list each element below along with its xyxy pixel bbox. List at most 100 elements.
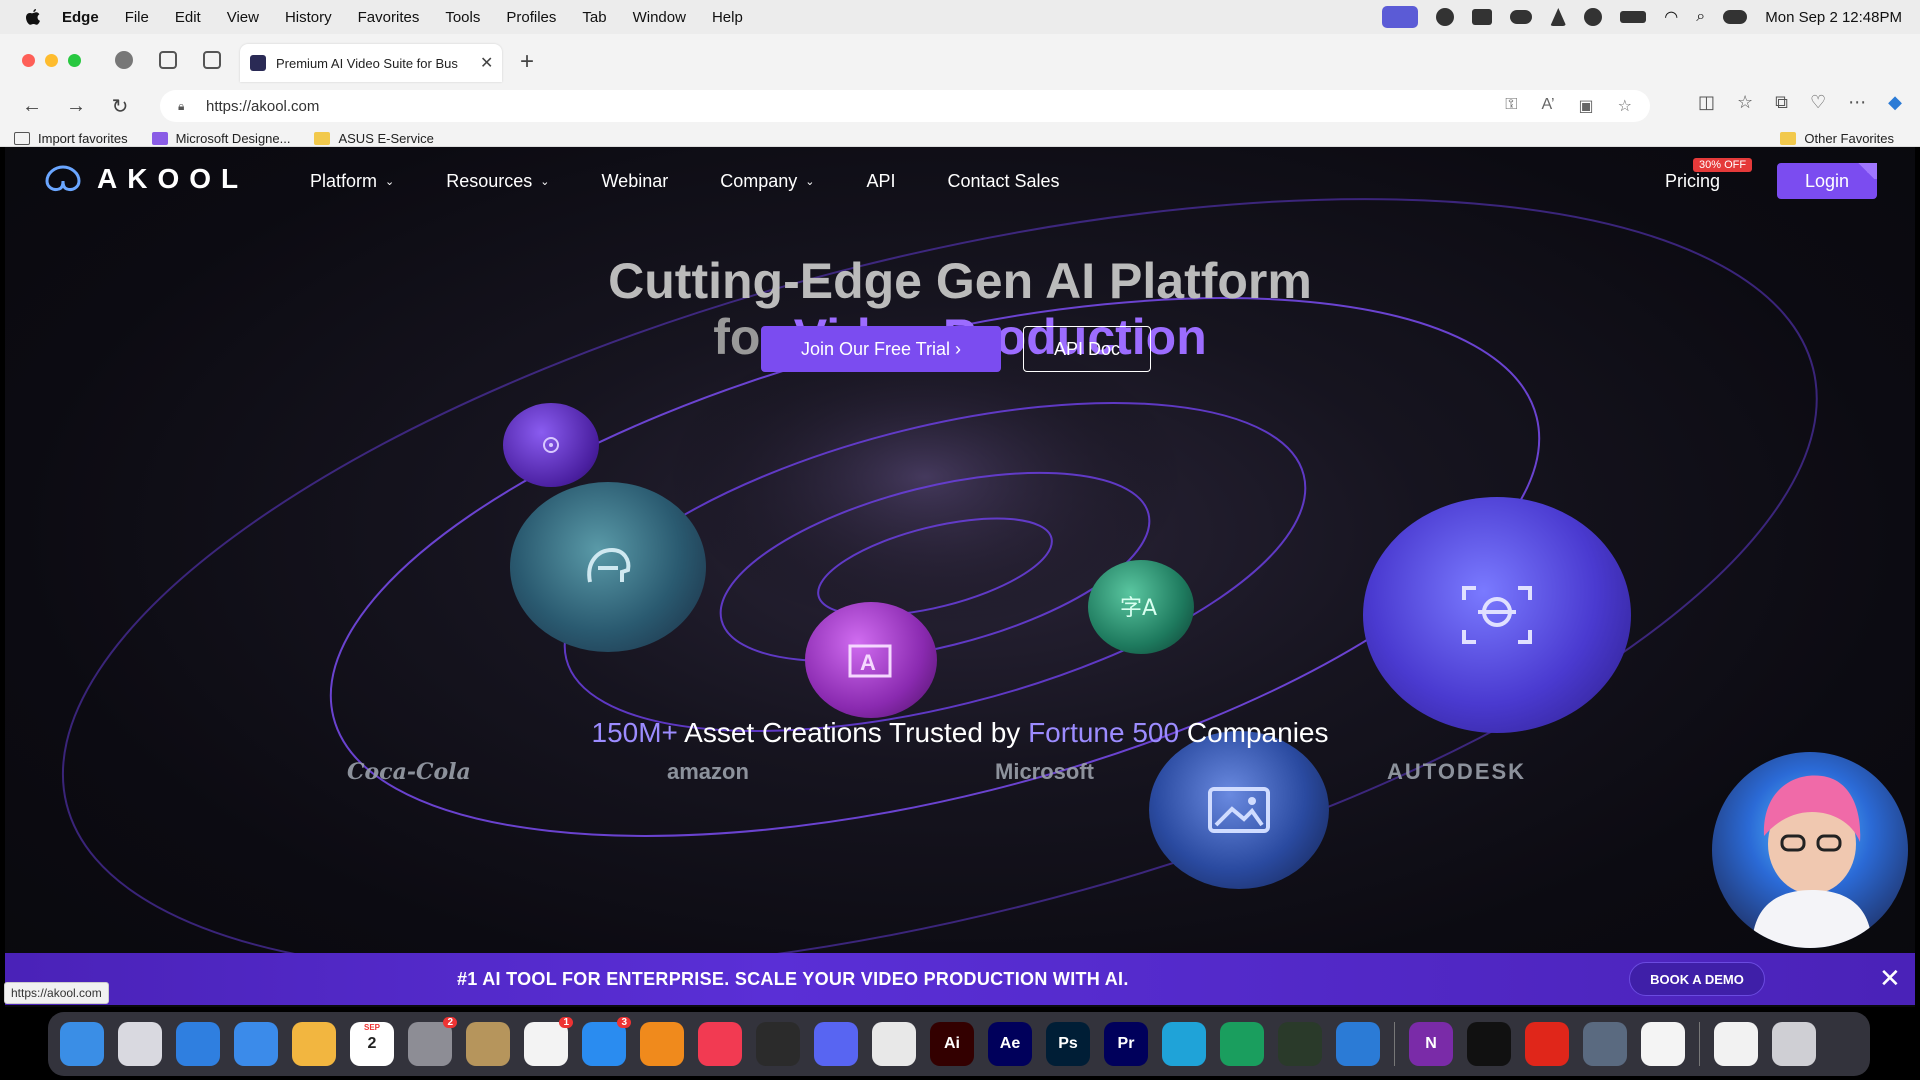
dock-preview-icon[interactable] xyxy=(1583,1022,1627,1066)
menu-window[interactable]: Window xyxy=(633,9,686,26)
dock-acrobat-icon[interactable] xyxy=(1525,1022,1569,1066)
profile-icon[interactable] xyxy=(115,51,133,69)
menu-help[interactable]: Help xyxy=(712,9,743,26)
dock-finder-icon[interactable] xyxy=(60,1022,104,1066)
dock-reminders-icon[interactable]: 1 xyxy=(524,1017,573,1066)
read-aloud-icon[interactable]: A’ xyxy=(1541,96,1554,116)
dock-music-icon[interactable] xyxy=(698,1022,742,1066)
zoom-window-button[interactable] xyxy=(68,53,81,67)
dock-activity-icon[interactable] xyxy=(1278,1022,1322,1066)
tab-actions-icon[interactable] xyxy=(203,51,221,69)
dock-notes-icon[interactable] xyxy=(466,1022,510,1066)
nav-pricing[interactable]: Pricing xyxy=(1665,171,1720,192)
menu-history[interactable]: History xyxy=(285,9,332,26)
forward-icon[interactable]: → xyxy=(64,94,88,118)
play-status-icon[interactable] xyxy=(1584,8,1603,26)
dock-chatgpt-icon[interactable] xyxy=(756,1022,800,1066)
favorite-other[interactable]: Other Favorites xyxy=(1780,131,1894,146)
more-menu-icon[interactable]: ⋯ xyxy=(1848,92,1866,113)
dock-safari-icon[interactable] xyxy=(176,1022,220,1066)
menu-view[interactable]: View xyxy=(227,9,259,26)
akool-logo[interactable]: AKOOL xyxy=(41,163,248,195)
chat-feature-bubble[interactable] xyxy=(503,403,599,487)
vlc-status-icon[interactable] xyxy=(1550,8,1567,26)
close-banner-icon[interactable]: ✕ xyxy=(1879,963,1901,994)
book-demo-button[interactable]: BOOK A DEMO xyxy=(1629,962,1765,996)
dock-documents-icon[interactable] xyxy=(1714,1022,1758,1066)
image-generator-feature-bubble[interactable] xyxy=(1149,731,1329,889)
dock-illustrator-icon[interactable]: Ai xyxy=(930,1022,974,1066)
dock-edge-icon[interactable] xyxy=(1162,1022,1206,1066)
capcut-status-icon[interactable] xyxy=(1472,9,1493,25)
key-icon[interactable]: ⚿ xyxy=(1505,96,1517,116)
nav-company[interactable]: Company ⌄ xyxy=(720,171,814,192)
tab-akool[interactable]: Premium AI Video Suite for Bus ✕ xyxy=(240,44,502,82)
lock-icon[interactable]: 🔒︎ xyxy=(178,99,192,113)
dock-chrome-icon[interactable] xyxy=(872,1022,916,1066)
workspaces-icon[interactable] xyxy=(159,51,177,69)
nav-platform[interactable]: Platform ⌄ xyxy=(310,171,394,192)
dock-mail-icon[interactable] xyxy=(234,1022,278,1066)
dock-capcut-icon[interactable] xyxy=(1467,1022,1511,1066)
address-url[interactable]: https://akool.com xyxy=(206,98,319,115)
dock-system-settings-icon[interactable]: 2 xyxy=(408,1017,457,1066)
split-screen-icon[interactable]: ◫ xyxy=(1698,92,1715,113)
favorite-star-icon[interactable]: ☆ xyxy=(1618,96,1632,116)
dock-after-effects-icon[interactable]: Ae xyxy=(988,1022,1032,1066)
cloud-status-icon[interactable] xyxy=(1510,10,1533,24)
minimize-window-button[interactable] xyxy=(45,53,58,67)
back-icon[interactable]: ← xyxy=(20,94,44,118)
favorite-microsoft-designer[interactable]: Microsoft Designe... xyxy=(151,131,290,146)
menu-app-name[interactable]: Edge xyxy=(62,9,99,26)
dock-premiere-pro-icon[interactable]: Pr xyxy=(1104,1022,1148,1066)
join-free-trial-button[interactable]: Join Our Free Trial › xyxy=(761,326,1001,372)
dock-onenote-icon[interactable]: N xyxy=(1409,1022,1453,1066)
dock-textedit-icon[interactable] xyxy=(1641,1022,1685,1066)
screen-share-icon[interactable] xyxy=(1382,6,1419,28)
nav-contact-sales[interactable]: Contact Sales xyxy=(948,171,1060,192)
favorites-icon[interactable]: ☆ xyxy=(1737,92,1753,113)
nav-api[interactable]: API xyxy=(866,171,895,192)
search-icon[interactable]: ⌕ xyxy=(1696,8,1705,26)
address-bar[interactable]: 🔒︎ https://akool.com ⚿ A’ ▣ ☆ xyxy=(160,90,1650,122)
collections-icon[interactable]: ⧉ xyxy=(1775,92,1788,113)
apple-icon[interactable] xyxy=(22,6,44,28)
immersive-reader-icon[interactable]: ▣ xyxy=(1579,96,1594,116)
menu-favorites[interactable]: Favorites xyxy=(358,9,420,26)
dock-photoshop-icon[interactable]: Ps xyxy=(1046,1022,1090,1066)
menu-tab[interactable]: Tab xyxy=(582,9,606,26)
favorite-import[interactable]: Import favorites xyxy=(14,131,128,146)
nav-webinar[interactable]: Webinar xyxy=(602,171,669,192)
wifi-icon[interactable]: ◠ xyxy=(1664,7,1678,27)
translation-feature-bubble[interactable]: 字A xyxy=(1088,560,1194,654)
nav-resources[interactable]: Resources ⌄ xyxy=(446,171,549,192)
dock-photos-icon[interactable] xyxy=(292,1022,336,1066)
face-swap-feature-bubble[interactable] xyxy=(1363,497,1631,733)
dock-trash-icon[interactable] xyxy=(1772,1022,1816,1066)
talking-avatar-feature-bubble[interactable] xyxy=(510,482,706,652)
control-center-icon[interactable] xyxy=(1723,10,1748,24)
menu-edit[interactable]: Edit xyxy=(175,9,201,26)
dock-calendar-icon[interactable]: 2 SEP xyxy=(350,1022,394,1066)
dock-vs-code-icon[interactable] xyxy=(1336,1022,1380,1066)
dock-launchpad-icon[interactable] xyxy=(118,1022,162,1066)
new-tab-button[interactable]: + xyxy=(520,48,534,76)
refresh-icon[interactable]: ↻ xyxy=(108,94,132,118)
menubar-clock[interactable]: Mon Sep 2 12:48PM xyxy=(1765,9,1902,26)
dock-vlc-icon[interactable] xyxy=(640,1022,684,1066)
dock-app-store-icon[interactable]: 3 xyxy=(582,1017,631,1066)
ai-image-feature-bubble[interactable]: A xyxy=(805,602,937,718)
chatgpt-status-icon[interactable] xyxy=(1436,8,1455,26)
browser-essentials-icon[interactable]: ♡ xyxy=(1810,92,1826,113)
dock-folder-icon[interactable] xyxy=(1220,1022,1264,1066)
api-doc-button[interactable]: API Doc xyxy=(1023,326,1151,372)
battery-icon[interactable] xyxy=(1620,11,1647,23)
copilot-icon[interactable]: ◆ xyxy=(1888,92,1902,113)
menu-file[interactable]: File xyxy=(125,9,149,26)
close-tab-icon[interactable]: ✕ xyxy=(480,53,493,73)
menu-profiles[interactable]: Profiles xyxy=(506,9,556,26)
favorite-asus-eservice[interactable]: ASUS E-Service xyxy=(314,131,434,146)
menu-tools[interactable]: Tools xyxy=(445,9,480,26)
close-window-button[interactable] xyxy=(22,53,35,67)
dock-discord-icon[interactable] xyxy=(814,1022,858,1066)
